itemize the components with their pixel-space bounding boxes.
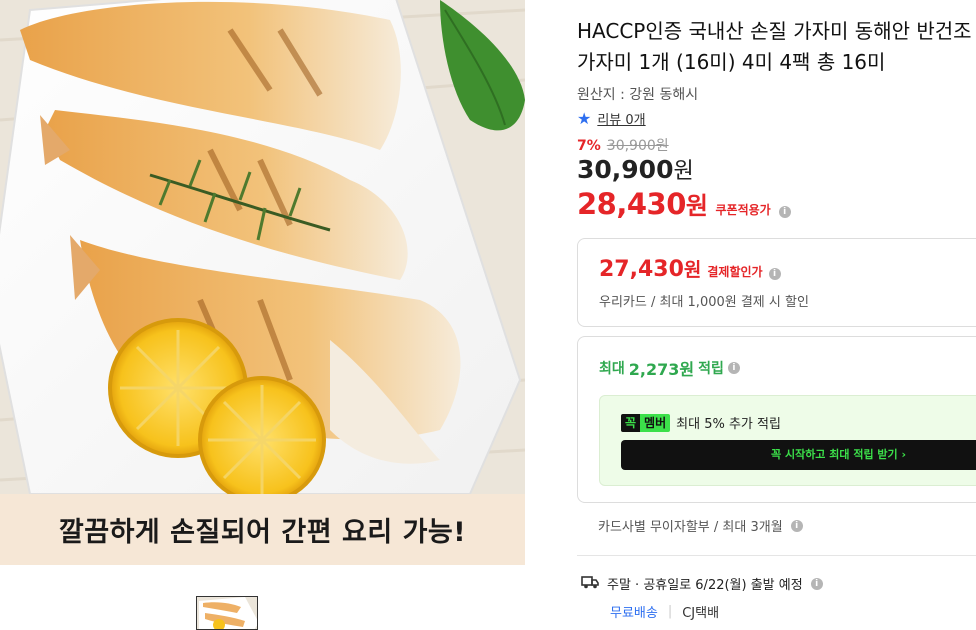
membership-row: 꼭 멤버 최대 5% 추가 적립 <box>621 413 781 432</box>
product-title: HACCP인증 국내산 손질 가자미 동해안 반건조 가자미 1개 (16미) … <box>577 16 976 78</box>
fish-photo <box>0 0 525 494</box>
discount-row: 7% 30,900원 <box>577 135 669 155</box>
product-info-panel: HACCP인증 국내산 손질 가자미 동해안 반건조 가자미 1개 (16미) … <box>577 0 976 630</box>
coupon-price: 28,430원 <box>577 186 708 221</box>
points-box: 최대 2,273원 적립 i 꼭 멤버 최대 5% 추가 적립 꼭 시작하고 최대… <box>577 336 976 503</box>
info-icon[interactable]: i <box>727 362 740 374</box>
info-icon[interactable]: i <box>778 206 791 218</box>
image-caption: 깔끔하게 손질되어 간편 요리 가능! <box>58 517 467 548</box>
product-title-line1: HACCP인증 국내산 손질 가자미 동해안 반건조 <box>577 19 972 43</box>
installment-text: 카드사별 무이자할부 / 최대 3개월 <box>598 520 783 535</box>
shipping-row: 주말 · 공휴일로 6/22(월) 출발 예정 i <box>581 574 823 593</box>
membership-benefit: 최대 5% 추가 적립 <box>676 417 781 432</box>
product-title-line2: 가자미 1개 (16미) 4미 4팩 총 16미 <box>577 50 886 74</box>
info-icon[interactable]: i <box>768 268 781 280</box>
review-link[interactable]: ★ 리뷰 0개 <box>577 109 646 128</box>
section-divider <box>577 555 976 556</box>
product-main-image: 깔끔하게 손질되어 간편 요리 가능! <box>0 0 525 565</box>
coupon-price-label: 쿠폰적용가 <box>715 203 771 217</box>
star-icon: ★ <box>577 108 592 128</box>
sale-price-unit: 원 <box>673 159 694 184</box>
payment-discount-note: 우리카드 / 최대 1,000원 결제 시 할인 <box>599 295 809 310</box>
membership-badge: 꼭 멤버 <box>621 413 671 432</box>
membership-badge-left: 꼭 <box>621 413 641 432</box>
coupon-price-value: 28,430 <box>577 187 686 221</box>
membership-promo: 꼭 멤버 최대 5% 추가 적립 꼭 시작하고 최대 적립 받기 › <box>599 395 976 486</box>
installment-info: 카드사별 무이자할부 / 최대 3개월 i <box>598 516 803 535</box>
membership-cta-button[interactable]: 꼭 시작하고 최대 적립 받기 › <box>621 440 976 470</box>
payment-discount-price: 27,430원 <box>599 255 701 282</box>
thumbnail-photo <box>197 597 257 629</box>
payment-discount-value: 27,430 <box>599 257 684 282</box>
image-thumbnail[interactable] <box>196 596 258 630</box>
info-icon[interactable]: i <box>810 577 823 590</box>
shipping-detail-row: 무료배송 | CJ택배 <box>610 602 719 621</box>
separator: | <box>667 604 673 619</box>
info-icon[interactable]: i <box>790 519 803 532</box>
carrier-label: CJ택배 <box>682 606 720 621</box>
image-caption-band: 깔끔하게 손질되어 간편 요리 가능! <box>0 494 525 565</box>
payment-discount-label: 결제할인가 <box>707 265 763 279</box>
payment-discount-row: 27,430원 결제할인가 i <box>599 255 781 282</box>
coupon-price-unit: 원 <box>685 192 708 220</box>
discount-rate: 7% <box>577 138 601 154</box>
sale-price: 30,900원 <box>577 153 694 185</box>
points-amount: 2,273원 <box>628 360 695 379</box>
membership-badge-right: 멤버 <box>640 413 671 432</box>
payment-discount-unit: 원 <box>683 259 702 281</box>
review-count: 리뷰 0개 <box>597 113 646 128</box>
coupon-price-row: 28,430원 쿠폰적용가 i <box>577 186 791 221</box>
origin-label: 원산지 : 강원 동해시 <box>577 87 699 103</box>
dispatch-info: 주말 · 공휴일로 6/22(월) 출발 예정 <box>607 578 803 593</box>
truck-icon <box>581 575 599 593</box>
points-suffix: 적립 <box>698 361 724 377</box>
free-shipping-label: 무료배송 <box>610 606 658 621</box>
points-header: 최대 2,273원 적립 i <box>599 356 740 380</box>
sale-price-value: 30,900 <box>577 155 674 184</box>
points-prefix: 최대 <box>599 361 625 377</box>
payment-discount-box: 27,430원 결제할인가 i 우리카드 / 최대 1,000원 결제 시 할인 <box>577 238 976 327</box>
original-price: 30,900원 <box>606 138 669 154</box>
